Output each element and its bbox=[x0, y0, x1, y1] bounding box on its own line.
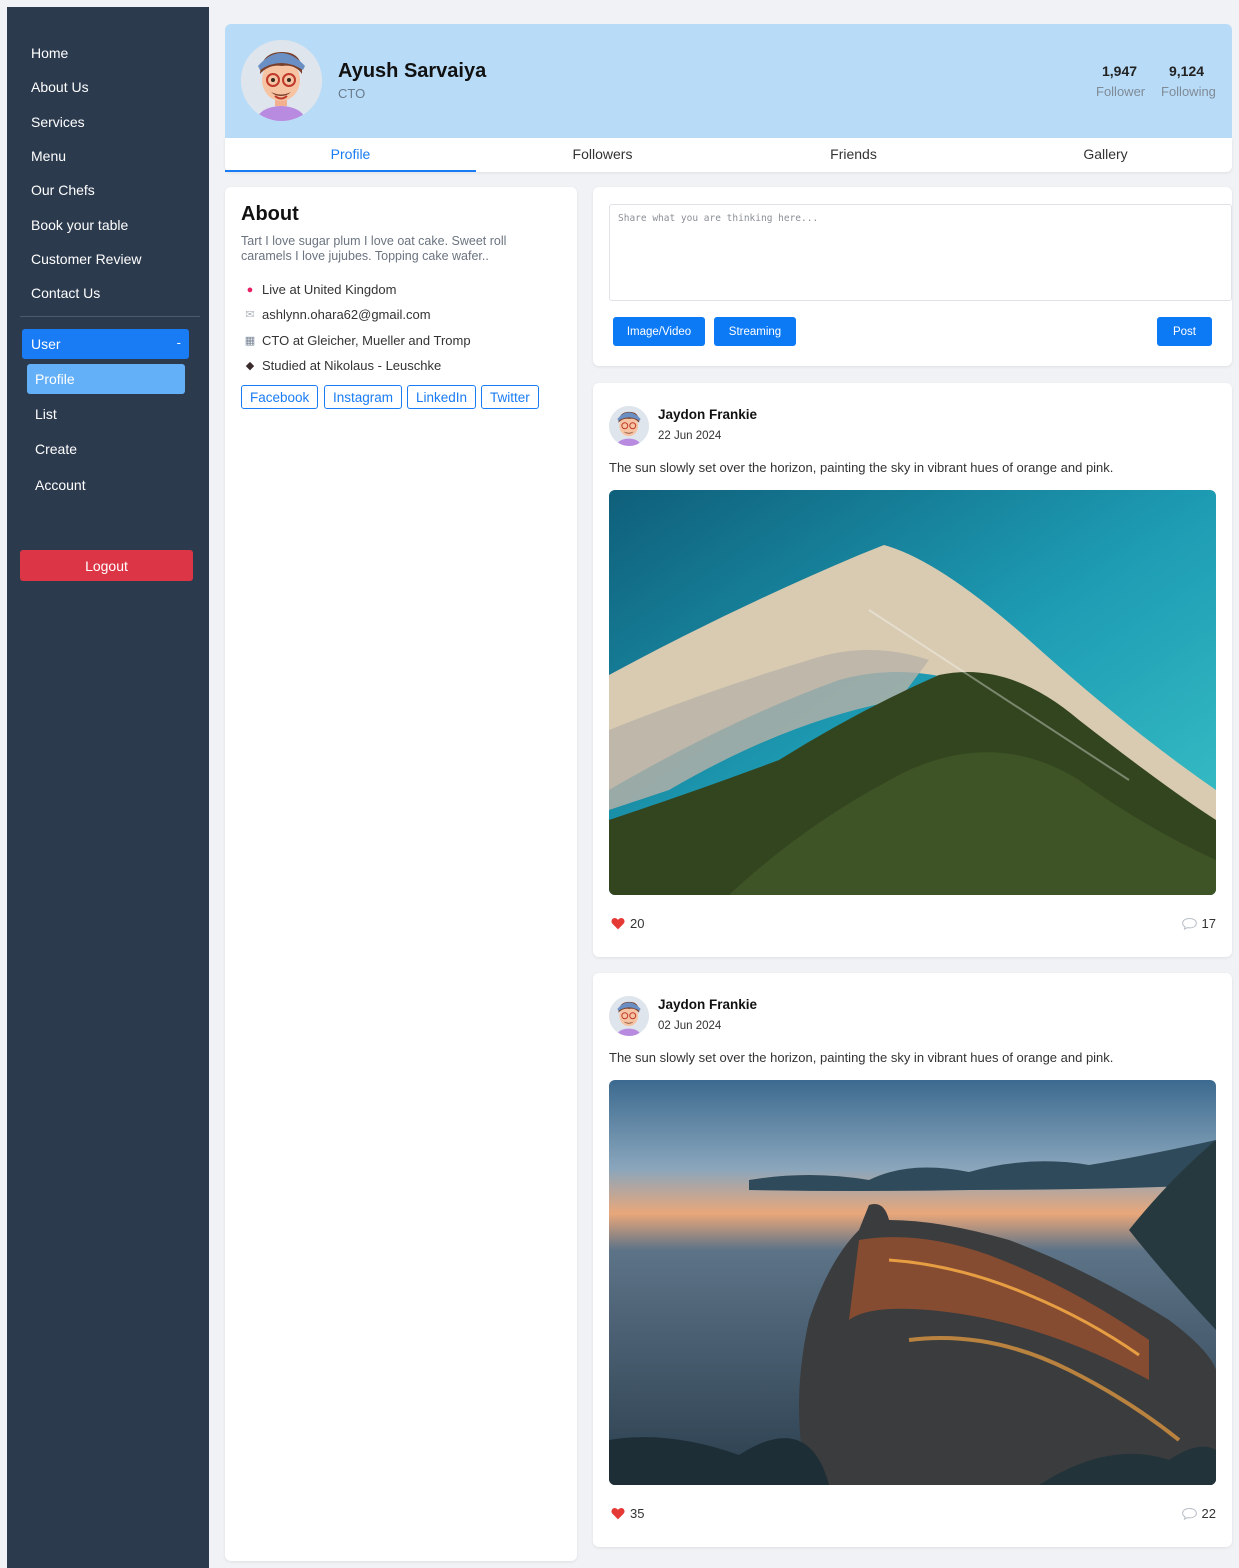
sidebar: Home About Us Services Menu Our Chefs Bo… bbox=[7, 7, 209, 1568]
info-email: ✉ ashlynn.ohara62@gmail.com bbox=[243, 307, 431, 322]
comment-button[interactable]: 22 bbox=[1181, 1506, 1216, 1521]
info-location-text: Live at United Kingdom bbox=[262, 282, 397, 297]
sidebar-divider bbox=[20, 316, 200, 317]
tab-followers[interactable]: Followers bbox=[477, 138, 728, 172]
post-author[interactable]: Jaydon Frankie bbox=[658, 997, 757, 1012]
post-text: The sun slowly set over the horizon, pai… bbox=[609, 460, 1114, 475]
nav-contact-us[interactable]: Contact Us bbox=[31, 285, 100, 301]
info-work: ▦ CTO at Gleicher, Mueller and Tromp bbox=[243, 333, 471, 348]
streaming-button[interactable]: Streaming bbox=[714, 317, 796, 346]
instagram-button[interactable]: Instagram bbox=[324, 385, 403, 409]
tab-friends[interactable]: Friends bbox=[728, 138, 979, 172]
like-count: 20 bbox=[630, 916, 645, 931]
comment-icon bbox=[1181, 1507, 1197, 1520]
post-author[interactable]: Jaydon Frankie bbox=[658, 407, 757, 422]
logout-button[interactable]: Logout bbox=[20, 550, 193, 581]
sidebar-sub-item-account[interactable]: Account bbox=[35, 477, 86, 493]
profile-header: Ayush Sarvaiya CTO 1,947 Follower 9,124 … bbox=[225, 24, 1232, 138]
envelope-icon: ✉ bbox=[245, 309, 255, 321]
info-location: ● Live at United Kingdom bbox=[243, 282, 397, 297]
sidebar-sub-item-create[interactable]: Create bbox=[35, 441, 77, 457]
info-education-text: Studied at Nikolaus - Leuschke bbox=[262, 358, 442, 373]
about-title: About bbox=[241, 203, 299, 225]
profile-role: CTO bbox=[338, 86, 366, 101]
heart-icon bbox=[611, 917, 625, 930]
post-author-avatar bbox=[609, 996, 649, 1036]
comment-button[interactable]: 17 bbox=[1181, 916, 1216, 931]
image-video-button[interactable]: Image/Video bbox=[613, 317, 705, 346]
heart-icon bbox=[611, 1507, 625, 1520]
coastal-village-sunset-photo[interactable] bbox=[609, 1080, 1216, 1485]
following-label: Following bbox=[1161, 84, 1216, 99]
nav-our-chefs[interactable]: Our Chefs bbox=[31, 182, 95, 198]
collapse-icon: - bbox=[176, 335, 181, 350]
nav-home[interactable]: Home bbox=[31, 45, 68, 61]
post-date: 22 Jun 2024 bbox=[658, 430, 722, 442]
location-pin-icon: ● bbox=[246, 283, 254, 296]
following-count: 9,124 bbox=[1169, 63, 1205, 79]
post-date: 02 Jun 2024 bbox=[658, 1020, 722, 1032]
like-button[interactable]: 20 bbox=[611, 916, 644, 931]
post-input[interactable] bbox=[609, 204, 1232, 301]
about-bio: Tart I love sugar plum I love oat cake. … bbox=[241, 234, 507, 263]
user-menu-toggle[interactable]: User - bbox=[22, 329, 189, 359]
linkedin-button[interactable]: LinkedIn bbox=[407, 385, 477, 409]
post-card: Jaydon Frankie 22 Jun 2024 The sun slowl… bbox=[593, 383, 1232, 957]
post-card: Jaydon Frankie 02 Jun 2024 The sun slowl… bbox=[593, 973, 1232, 1547]
comment-icon bbox=[1181, 917, 1197, 930]
post-text: The sun slowly set over the horizon, pai… bbox=[609, 1050, 1114, 1065]
profile-name: Ayush Sarvaiya bbox=[338, 60, 487, 82]
profile-tabs: Profile Followers Friends Gallery bbox=[225, 138, 1232, 172]
building-icon: ▦ bbox=[244, 335, 256, 347]
nav-menu[interactable]: Menu bbox=[31, 148, 66, 164]
nav-about-us[interactable]: About Us bbox=[31, 79, 89, 95]
beach-aerial-photo[interactable] bbox=[609, 490, 1216, 895]
post-composer: Image/Video Streaming Post bbox=[593, 187, 1232, 366]
tab-gallery[interactable]: Gallery bbox=[980, 138, 1231, 172]
nav-services[interactable]: Services bbox=[31, 114, 85, 130]
twitter-button[interactable]: Twitter bbox=[481, 385, 539, 409]
facebook-button[interactable]: Facebook bbox=[241, 385, 319, 409]
info-email-text: ashlynn.ohara62@gmail.com bbox=[262, 307, 431, 322]
profile-avatar bbox=[241, 40, 322, 121]
info-education: ◆ Studied at Nikolaus - Leuschke bbox=[243, 358, 441, 373]
comment-count: 22 bbox=[1201, 1506, 1216, 1521]
comment-count: 17 bbox=[1201, 916, 1216, 931]
nav-customer-review[interactable]: Customer Review bbox=[31, 251, 141, 267]
tab-profile[interactable]: Profile bbox=[225, 138, 476, 172]
follower-label: Follower bbox=[1096, 84, 1146, 99]
about-card: About Tart I love sugar plum I love oat … bbox=[225, 187, 577, 1561]
follower-count: 1,947 bbox=[1102, 63, 1138, 79]
sidebar-sub-item-profile[interactable]: Profile bbox=[27, 364, 185, 394]
nav-book-your-table[interactable]: Book your table bbox=[31, 217, 128, 233]
user-menu-label: User bbox=[31, 336, 61, 352]
like-count: 35 bbox=[630, 1506, 645, 1521]
post-author-avatar bbox=[609, 406, 649, 446]
info-work-text: CTO at Gleicher, Mueller and Tromp bbox=[262, 333, 471, 348]
graduation-cap-icon: ◆ bbox=[245, 360, 255, 372]
sidebar-sub-item-list[interactable]: List bbox=[35, 406, 57, 422]
post-button[interactable]: Post bbox=[1157, 317, 1212, 346]
like-button[interactable]: 35 bbox=[611, 1506, 644, 1521]
